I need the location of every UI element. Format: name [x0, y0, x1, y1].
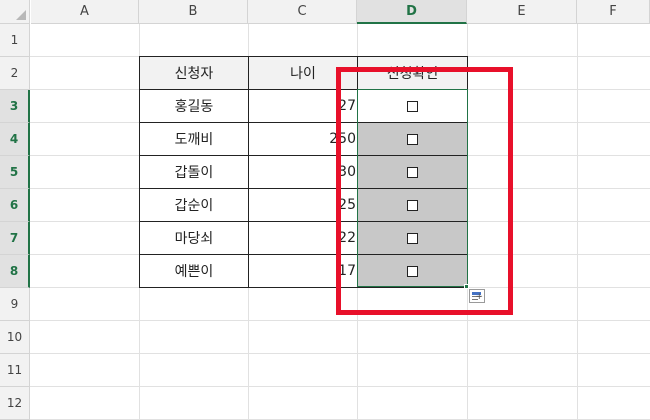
column-header-c[interactable]: C — [248, 0, 357, 24]
name-cell[interactable]: 도깨비 — [139, 122, 249, 156]
row-header-8[interactable]: 8 — [0, 255, 30, 288]
gridline-horizontal — [30, 353, 650, 354]
row-header-12[interactable]: 12 — [0, 387, 30, 420]
select-all-corner[interactable] — [0, 0, 30, 24]
row-header-7[interactable]: 7 — [0, 222, 30, 255]
row-header-9[interactable]: 9 — [0, 288, 30, 321]
column-header-b[interactable]: B — [139, 0, 248, 24]
column-header-a[interactable]: A — [31, 0, 139, 24]
name-cell[interactable]: 마당쇠 — [139, 221, 249, 255]
row-header-11[interactable]: 11 — [0, 354, 30, 387]
name-cell[interactable]: 홍길동 — [139, 89, 249, 123]
name-cell[interactable]: 갑순이 — [139, 188, 249, 222]
column-header-e[interactable]: E — [467, 0, 577, 24]
row-header-1[interactable]: 1 — [0, 24, 30, 57]
name-cell[interactable]: 예쁜이 — [139, 254, 249, 288]
column-header-f[interactable]: F — [577, 0, 650, 24]
header-cell-applicant[interactable]: 신청자 — [139, 56, 249, 90]
name-cell[interactable]: 갑돌이 — [139, 155, 249, 189]
select-all-icon — [16, 10, 26, 20]
column-header-d[interactable]: D — [357, 0, 467, 24]
row-header-6[interactable]: 6 — [0, 189, 30, 222]
row-header-10[interactable]: 10 — [0, 321, 30, 354]
row-header-5[interactable]: 5 — [0, 156, 30, 189]
annotation-highlight-box — [336, 67, 513, 315]
row-header-2[interactable]: 2 — [0, 57, 30, 90]
row-header-3[interactable]: 3 — [0, 90, 30, 123]
gridline-horizontal — [30, 386, 650, 387]
gridline-vertical — [577, 24, 578, 420]
gridline-horizontal — [30, 320, 650, 321]
row-header-4[interactable]: 4 — [0, 123, 30, 156]
